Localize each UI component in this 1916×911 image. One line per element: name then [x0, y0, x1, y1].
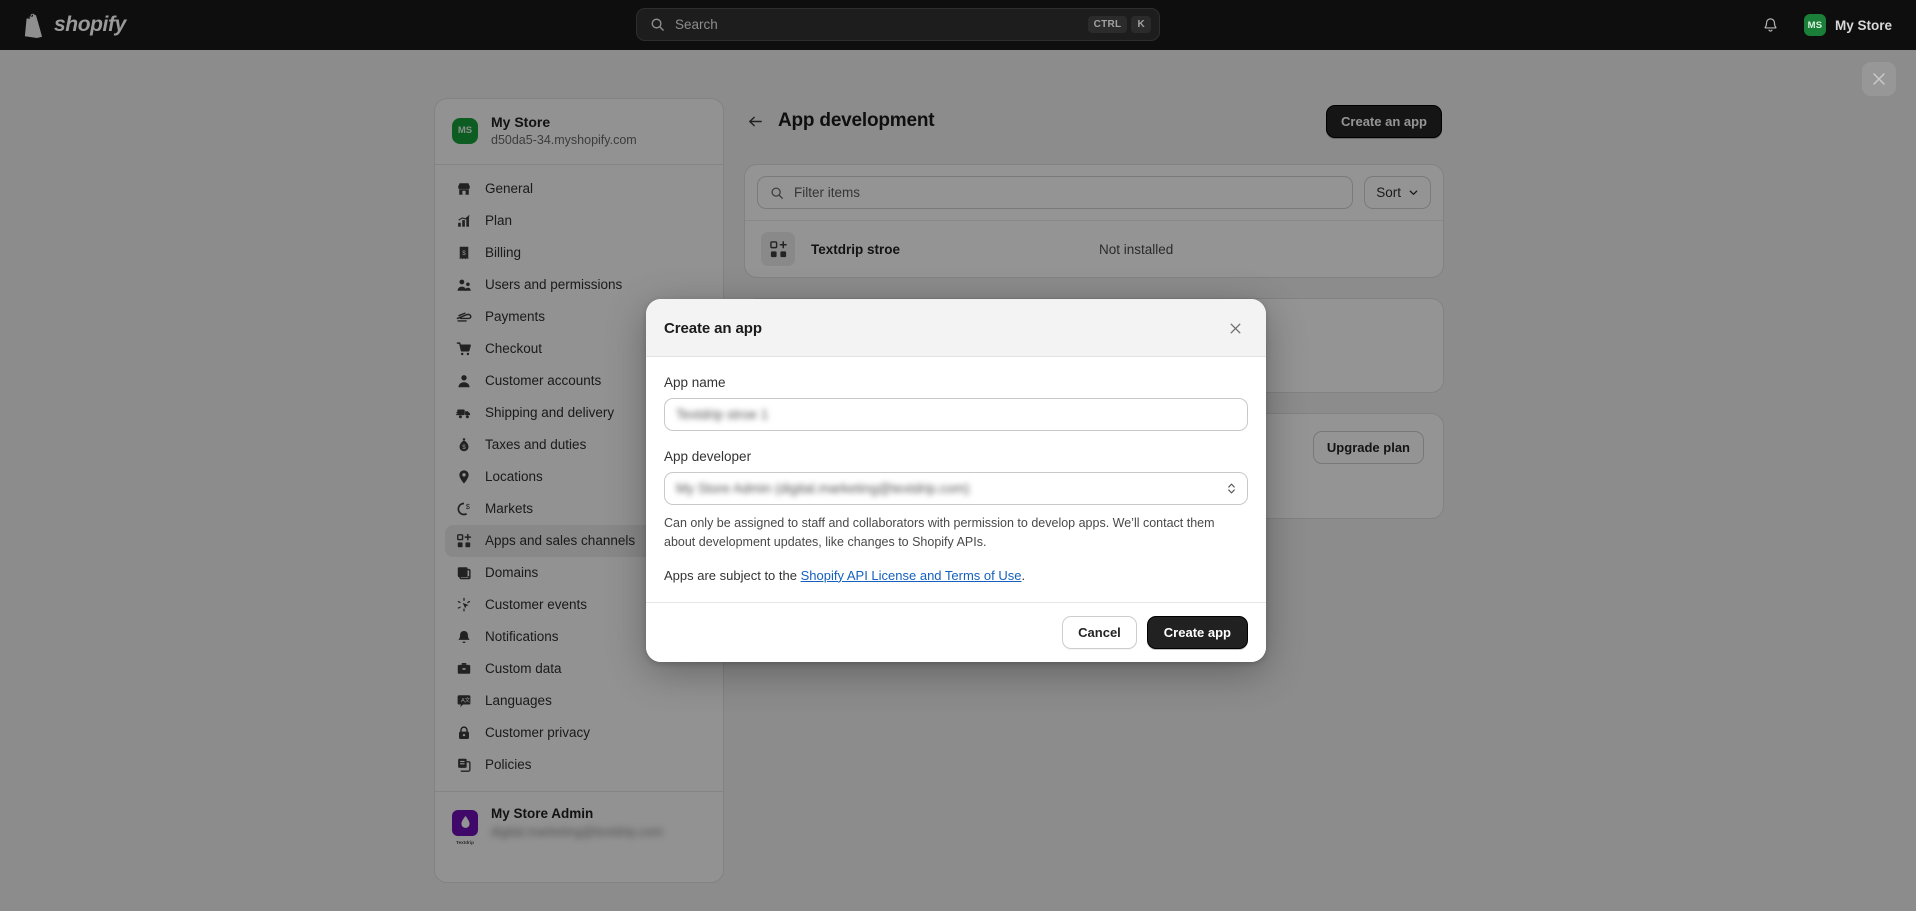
- close-icon: [1871, 71, 1887, 87]
- global-search[interactable]: Search CTRL K: [636, 8, 1160, 41]
- dialog-header: Create an app: [646, 299, 1266, 357]
- bell-icon: [1762, 17, 1779, 34]
- developer-help-text: Can only be assigned to staff and collab…: [664, 514, 1248, 553]
- app-developer-value: My Store Admin (digital.marketing@textdr…: [676, 481, 970, 496]
- terms-prefix: Apps are subject to the: [664, 568, 797, 583]
- account-menu[interactable]: MS My Store: [1799, 10, 1900, 40]
- app-developer-select[interactable]: My Store Admin (digital.marketing@textdr…: [664, 472, 1248, 505]
- notifications-button[interactable]: [1757, 11, 1785, 39]
- create-app-dialog: Create an app App name Textdrip stroe 1 …: [646, 299, 1266, 662]
- terms-link[interactable]: Shopify API License and Terms of Use: [801, 568, 1022, 583]
- close-icon: [1228, 321, 1243, 336]
- dialog-title: Create an app: [664, 320, 762, 337]
- dialog-body: App name Textdrip stroe 1 App developer …: [646, 357, 1266, 602]
- search-placeholder: Search: [675, 17, 1084, 32]
- app-name-value: Textdrip stroe 1: [676, 407, 768, 422]
- top-bar-right: MS My Store: [1757, 0, 1900, 50]
- select-chevrons-icon: [1226, 481, 1237, 496]
- search-icon: [650, 17, 665, 32]
- app-name-field[interactable]: Textdrip stroe 1: [664, 398, 1248, 431]
- create-app-button[interactable]: Create app: [1147, 616, 1248, 649]
- kbd-ctrl: CTRL: [1088, 16, 1128, 33]
- shopify-bag-icon: [22, 13, 45, 38]
- avatar: MS: [1804, 14, 1826, 36]
- top-bar: shopify Search CTRL K MS: [0, 0, 1916, 50]
- shopify-logo[interactable]: shopify: [22, 13, 126, 38]
- brand-name: shopify: [54, 13, 126, 37]
- dialog-footer: Cancel Create app: [646, 602, 1266, 662]
- cancel-button[interactable]: Cancel: [1062, 616, 1137, 649]
- app-name-label: App name: [664, 375, 1248, 390]
- app-developer-label: App developer: [664, 449, 1248, 464]
- dialog-close-button[interactable]: [1222, 315, 1248, 341]
- kbd-k: K: [1131, 16, 1151, 33]
- close-settings-button[interactable]: [1862, 62, 1896, 96]
- account-name: My Store: [1835, 18, 1892, 33]
- terms-line: Apps are subject to the Shopify API Lice…: [664, 568, 1248, 583]
- terms-suffix: .: [1022, 568, 1026, 583]
